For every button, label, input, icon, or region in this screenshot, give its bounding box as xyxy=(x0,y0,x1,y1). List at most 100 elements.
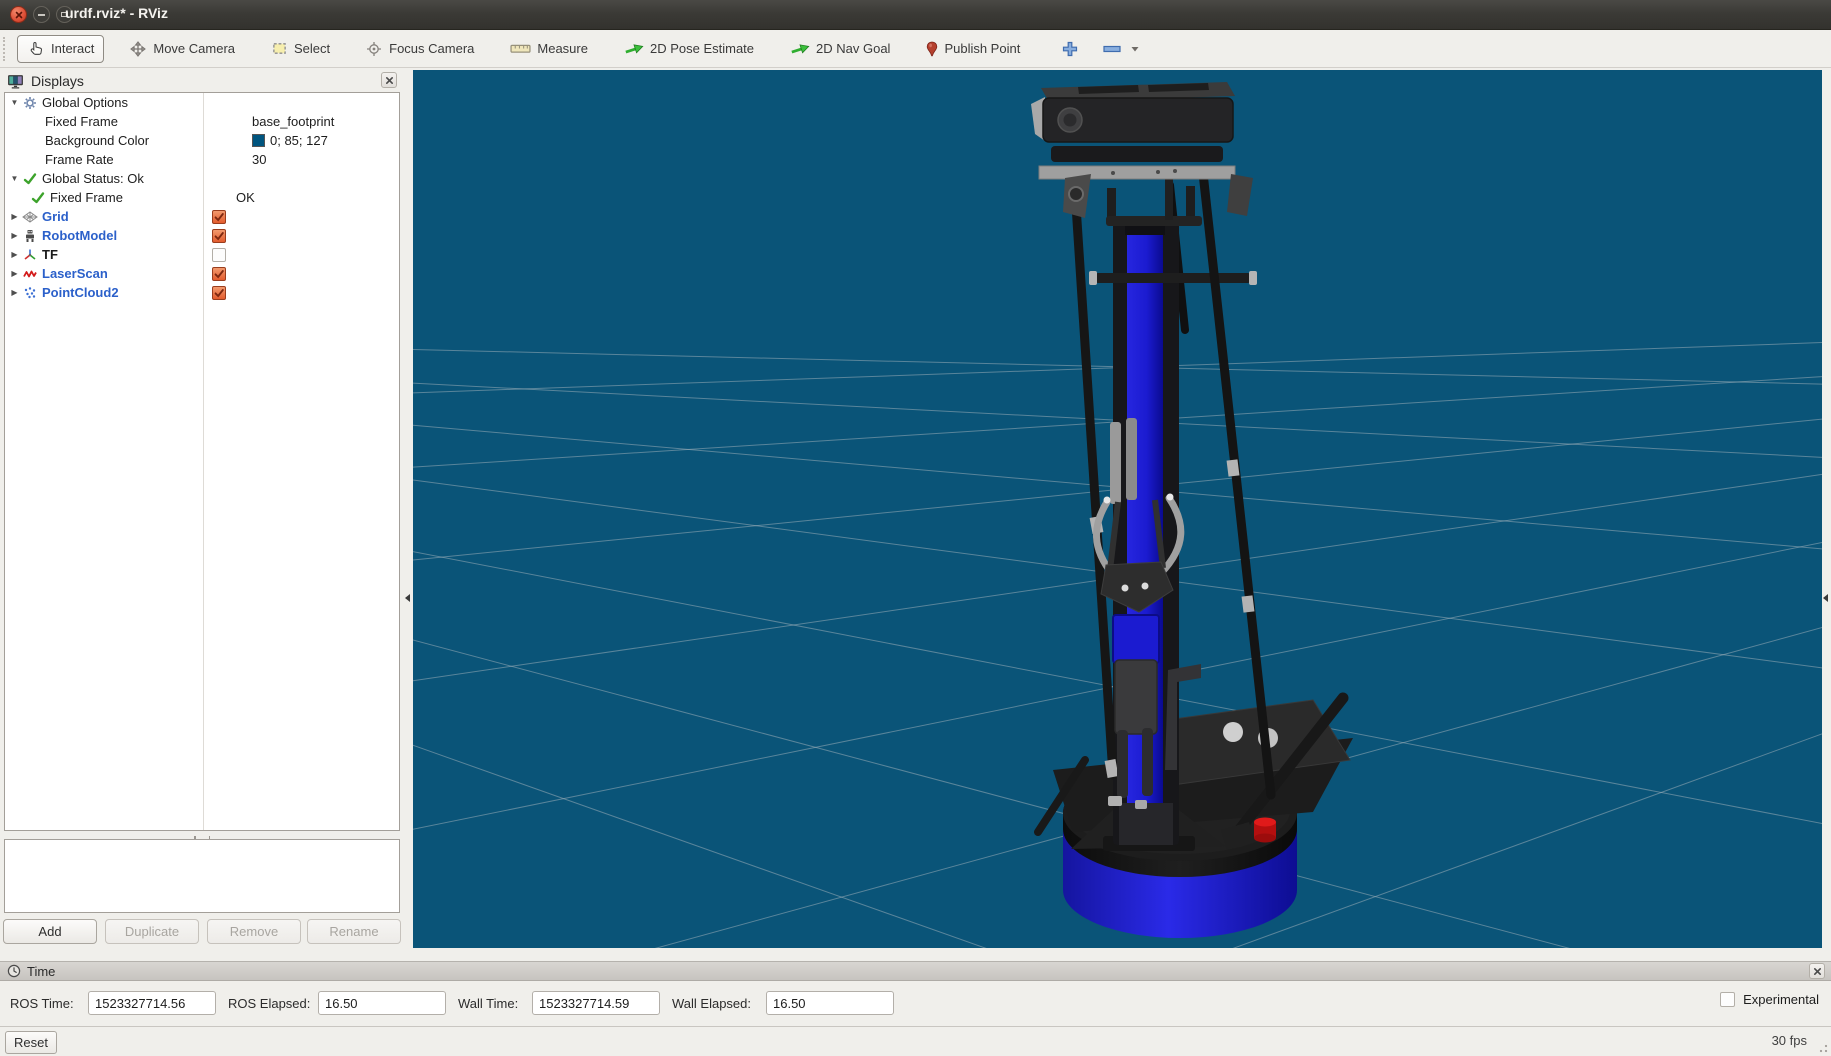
tool-focus-camera[interactable]: Focus Camera xyxy=(355,35,484,63)
splitter-collapse-arrow[interactable] xyxy=(405,594,410,602)
tree-row-grid[interactable]: ▶ Grid xyxy=(5,207,399,226)
ros-elapsed-input[interactable] xyxy=(318,991,446,1015)
wall-elapsed-input[interactable] xyxy=(766,991,894,1015)
right-panel-splitter[interactable] xyxy=(1822,70,1831,948)
collapse-expander-icon[interactable]: ▶ xyxy=(8,283,21,302)
tool-label: 2D Nav Goal xyxy=(816,41,890,56)
pointcloud-icon xyxy=(21,285,38,300)
tree-row-status-fixed-frame[interactable]: Fixed Frame OK xyxy=(5,188,399,207)
collapse-expander-icon[interactable]: ▶ xyxy=(8,207,21,226)
tree-row-frame-rate[interactable]: Frame Rate 30 xyxy=(5,150,399,169)
display-enabled-checkbox[interactable] xyxy=(212,229,226,243)
tree-row-global-options[interactable]: ▼ Global Options xyxy=(5,93,399,112)
experimental-checkbox[interactable] xyxy=(1720,992,1735,1007)
rename-display-button[interactable]: Rename xyxy=(307,919,401,944)
3d-viewport[interactable] xyxy=(413,70,1822,948)
tool-label: Focus Camera xyxy=(389,41,474,56)
collapse-expander-icon[interactable]: ▶ xyxy=(8,245,21,264)
close-icon xyxy=(1813,967,1822,976)
display-name: TF xyxy=(42,247,58,262)
grid-display-icon xyxy=(21,209,38,224)
status-value: OK xyxy=(236,190,255,205)
row-label: Global Options xyxy=(42,95,128,110)
tool-measure[interactable]: Measure xyxy=(499,35,598,63)
frame-rate-value[interactable]: 30 xyxy=(252,152,266,167)
displays-panel-header[interactable]: Displays xyxy=(0,70,404,92)
tool-interact[interactable]: Interact xyxy=(17,35,104,63)
ruler-icon xyxy=(509,41,531,57)
green-arrow-icon xyxy=(623,41,644,57)
collapse-expander-icon[interactable]: ▼ xyxy=(8,93,21,112)
status-ok-check-icon xyxy=(21,171,38,186)
display-enabled-checkbox[interactable] xyxy=(212,286,226,300)
3d-scene xyxy=(413,70,1822,948)
displays-panel-close-button[interactable] xyxy=(381,72,397,88)
tree-row-robotmodel[interactable]: ▶ RobotModel xyxy=(5,226,399,245)
plus-icon xyxy=(1062,41,1078,57)
tool-label: Measure xyxy=(537,41,588,56)
wall-time-input[interactable] xyxy=(532,991,660,1015)
display-enabled-checkbox[interactable] xyxy=(212,267,226,281)
tool-move-camera[interactable]: Move Camera xyxy=(119,35,245,63)
tool-label: Select xyxy=(294,41,330,56)
collapse-expander-icon[interactable]: ▶ xyxy=(8,264,21,283)
tree-row-fixed-frame[interactable]: Fixed Frame base_footprint xyxy=(5,112,399,131)
duplicate-display-button[interactable]: Duplicate xyxy=(105,919,199,944)
tree-row-background-color[interactable]: Background Color 0; 85; 127 xyxy=(5,131,399,150)
gear-icon xyxy=(21,95,38,110)
window-title: urdf.rviz* - RViz xyxy=(65,5,168,21)
tree-row-global-status[interactable]: ▼ Global Status: Ok xyxy=(5,169,399,188)
time-panel-header[interactable]: Time xyxy=(0,961,1831,981)
displays-tree[interactable]: ▼ Global Options Fixed Frame base_footpr… xyxy=(4,92,400,831)
laserscan-icon xyxy=(21,266,38,281)
tool-label: Interact xyxy=(51,41,94,56)
time-panel-close-button[interactable] xyxy=(1809,963,1825,979)
selection-box-icon xyxy=(270,41,288,57)
tree-row-pointcloud2[interactable]: ▶ PointCloud2 xyxy=(5,283,399,302)
collapse-expander-icon[interactable]: ▼ xyxy=(8,169,21,188)
tree-row-laserscan[interactable]: ▶ LaserScan xyxy=(5,264,399,283)
background-color-value[interactable]: 0; 85; 127 xyxy=(270,133,328,148)
reset-button[interactable]: Reset xyxy=(5,1031,57,1054)
move-arrows-icon xyxy=(129,41,147,57)
fixed-frame-value[interactable]: base_footprint xyxy=(252,114,334,129)
remove-tool-button[interactable] xyxy=(1101,37,1123,61)
splitter-collapse-arrow[interactable] xyxy=(1823,594,1828,602)
status-bar: Reset 30 fps xyxy=(0,1026,1831,1056)
tool-label: Publish Point xyxy=(944,41,1020,56)
ros-time-input[interactable] xyxy=(88,991,216,1015)
window-minimize-button[interactable] xyxy=(33,6,50,23)
color-swatch[interactable] xyxy=(252,134,265,147)
display-enabled-checkbox[interactable] xyxy=(212,248,226,262)
status-ok-check-icon xyxy=(29,190,46,205)
map-pin-icon xyxy=(925,41,938,57)
ros-elapsed-label: ROS Elapsed: xyxy=(228,992,310,1016)
row-label: Fixed Frame xyxy=(50,190,123,205)
window-resize-grip[interactable] xyxy=(1816,1041,1828,1053)
experimental-label: Experimental xyxy=(1743,992,1819,1007)
left-panel-splitter[interactable] xyxy=(404,70,413,948)
display-name: PointCloud2 xyxy=(42,285,119,300)
time-panel-title: Time xyxy=(27,964,55,979)
collapse-expander-icon[interactable]: ▶ xyxy=(8,226,21,245)
window-close-button[interactable] xyxy=(10,6,27,23)
chevron-down-icon xyxy=(1131,46,1139,52)
toolbar: Interact Move Camera Select Focus Camera… xyxy=(0,30,1831,68)
displays-panel-title: Displays xyxy=(31,73,84,89)
tool-2d-pose-estimate[interactable]: 2D Pose Estimate xyxy=(613,35,764,63)
tree-row-tf[interactable]: ▶ TF xyxy=(5,245,399,264)
add-display-button[interactable]: Add xyxy=(3,919,97,944)
tool-publish-point[interactable]: Publish Point xyxy=(915,35,1030,63)
display-enabled-checkbox[interactable] xyxy=(212,210,226,224)
clock-icon xyxy=(7,964,21,978)
tool-select[interactable]: Select xyxy=(260,35,340,63)
close-icon xyxy=(15,11,23,19)
display-name: RobotModel xyxy=(42,228,117,243)
remove-display-button[interactable]: Remove xyxy=(207,919,301,944)
add-tool-button[interactable] xyxy=(1059,37,1081,61)
toolbar-drag-handle[interactable] xyxy=(3,37,11,61)
window-titlebar[interactable]: urdf.rviz* - RViz xyxy=(0,0,1831,30)
tool-label: 2D Pose Estimate xyxy=(650,41,754,56)
tool-options-dropdown[interactable] xyxy=(1129,37,1141,61)
tool-2d-nav-goal[interactable]: 2D Nav Goal xyxy=(779,35,900,63)
